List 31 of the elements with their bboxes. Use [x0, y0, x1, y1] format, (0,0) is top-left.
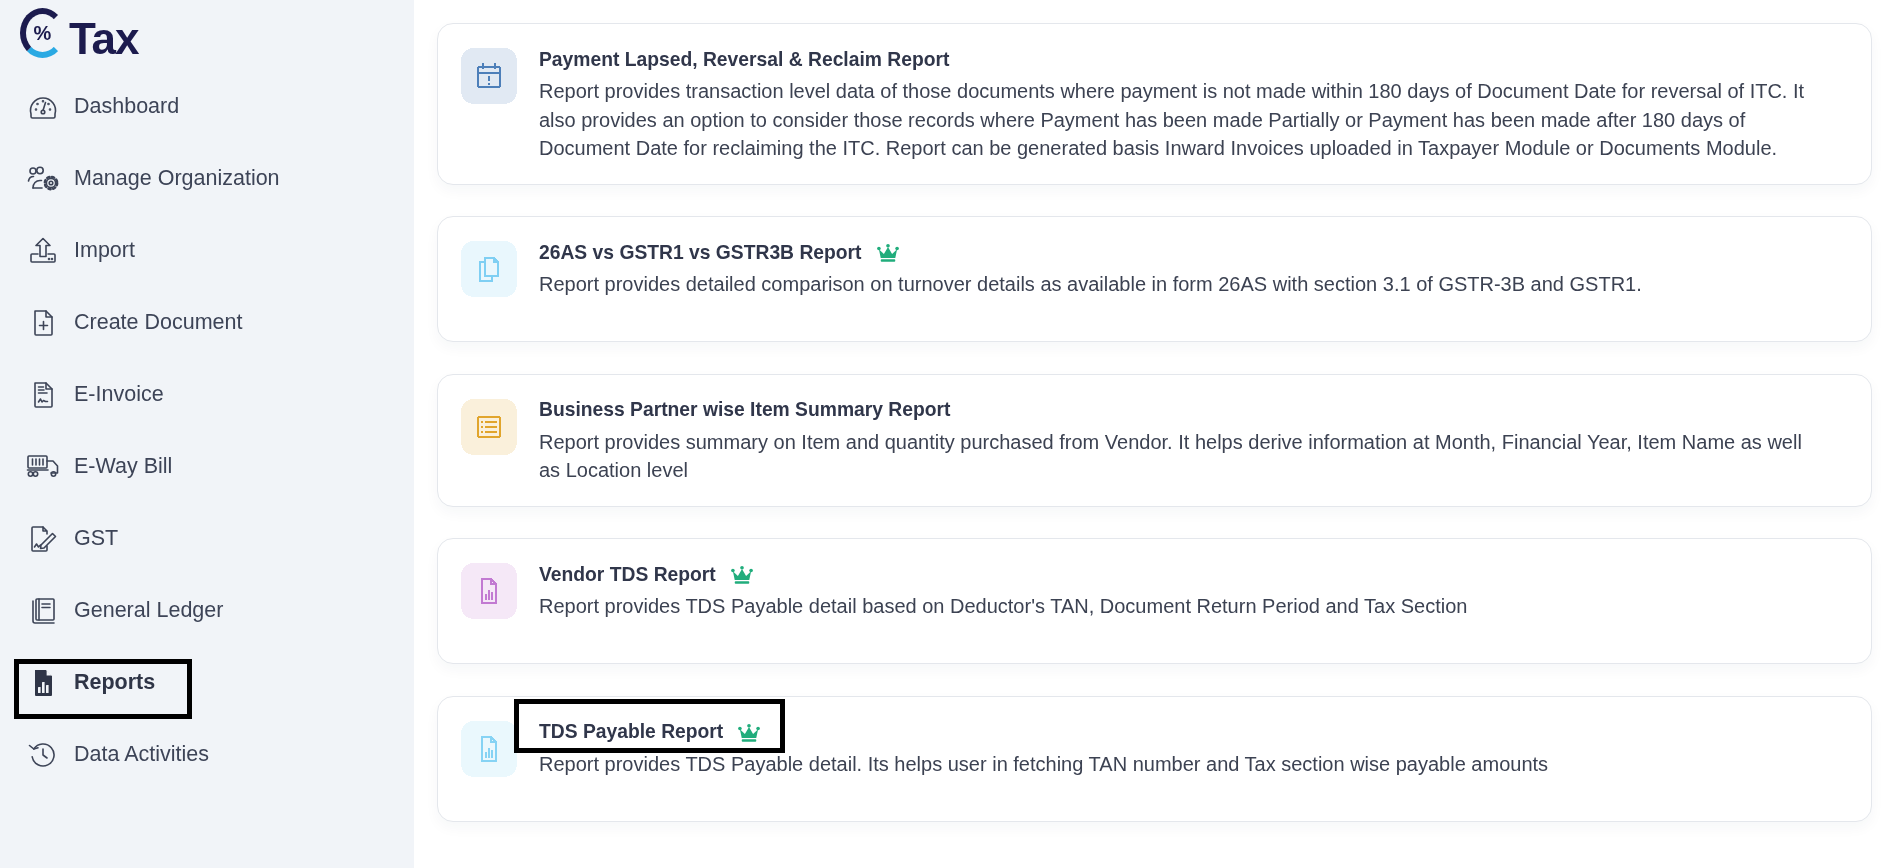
report-description: Report provides summary on Item and quantity purchased from Vendor. It helps derive information at Month, Financial Year, Item Name as well as Location level — [539, 429, 1803, 483]
report-title: Payment Lapsed, Reversal & Reclaim Report — [539, 47, 950, 72]
report-description: Report provides detailed comparison on turnover details as available in form 26AS with section 3.1 of GSTR-3B and GSTR1. — [539, 272, 1643, 297]
documents-icon — [461, 241, 517, 297]
sidebar-item[interactable]: Dashboard — [26, 91, 180, 123]
report-card[interactable] — [437, 23, 1872, 185]
report-card[interactable]: 26AS vs GSTR1 vs GSTR3B Report Report provides detailed comparison on turnover details as available in form 26AS with section 3.1 of GSTR-3B and GSTR1. — [437, 216, 1872, 342]
report-description: Report provides TDS Payable detail based on Deductor's TAN, Document Return Period and Tax Section — [539, 594, 1469, 619]
sidebar-item[interactable]: Create Document — [26, 307, 243, 339]
sidebar-item[interactable]: Data Activities — [26, 739, 210, 771]
sidebar-item[interactable]: Manage Organization — [26, 163, 280, 195]
sidebar-item[interactable]: E-Way Bill — [26, 451, 173, 483]
report-title: Vendor TDS Report — [539, 562, 716, 587]
report-description: Report provides TDS Payable detail. Its helps user in fetching TAN number and Tax section wise payable amounts — [539, 751, 1550, 777]
report-title: Business Partner wise Item Summary Report — [539, 398, 951, 423]
report-title: TDS Payable Report — [539, 720, 724, 745]
chart-file-icon — [461, 720, 517, 777]
sidebar-item[interactable]: Import — [26, 235, 135, 267]
sidebar-item[interactable]: General Ledger — [26, 595, 224, 627]
report-title: 26AS vs GSTR1 vs GSTR3B Report — [539, 240, 862, 265]
sidebar-item[interactable]: E-Invoice — [26, 379, 164, 411]
logo-text: Tax — [69, 17, 139, 61]
report-card[interactable]: Vendor TDS Report Report provides TDS Payable detail based on Deductor's TAN, Document Return Period and Tax Section — [437, 538, 1872, 664]
sidebar-item[interactable]: Reports — [26, 667, 156, 699]
report-card[interactable]: TDS Payable Report Report provides TDS Payable detail. Its helps user in fetching TAN number and Tax section wise payable amounts — [437, 695, 1872, 822]
chart-file-icon — [461, 563, 517, 619]
sidebar-item[interactable]: GST — [26, 523, 119, 555]
report-card[interactable]: Business Partner wise Item Summary Report Report provides summary on Item and quantity purchased from Vendor. It helps derive information at Month, Financial Year, Item Name as well as Location level — [437, 373, 1872, 507]
list-icon — [461, 398, 517, 455]
report-description: Report provides transaction level data of those documents where payment is not made within 180 days of Document Date for reversal of ITC. It also provides an option to consider those records where Payment has been made Partially or Payment has been made after 180 days of Document Date for reclaiming the ITC. Report can be generated basis Inward Invoices uploaded in Taxpayer Module or Documents Module. — [539, 79, 1806, 161]
calendar-alert-icon — [461, 48, 517, 104]
